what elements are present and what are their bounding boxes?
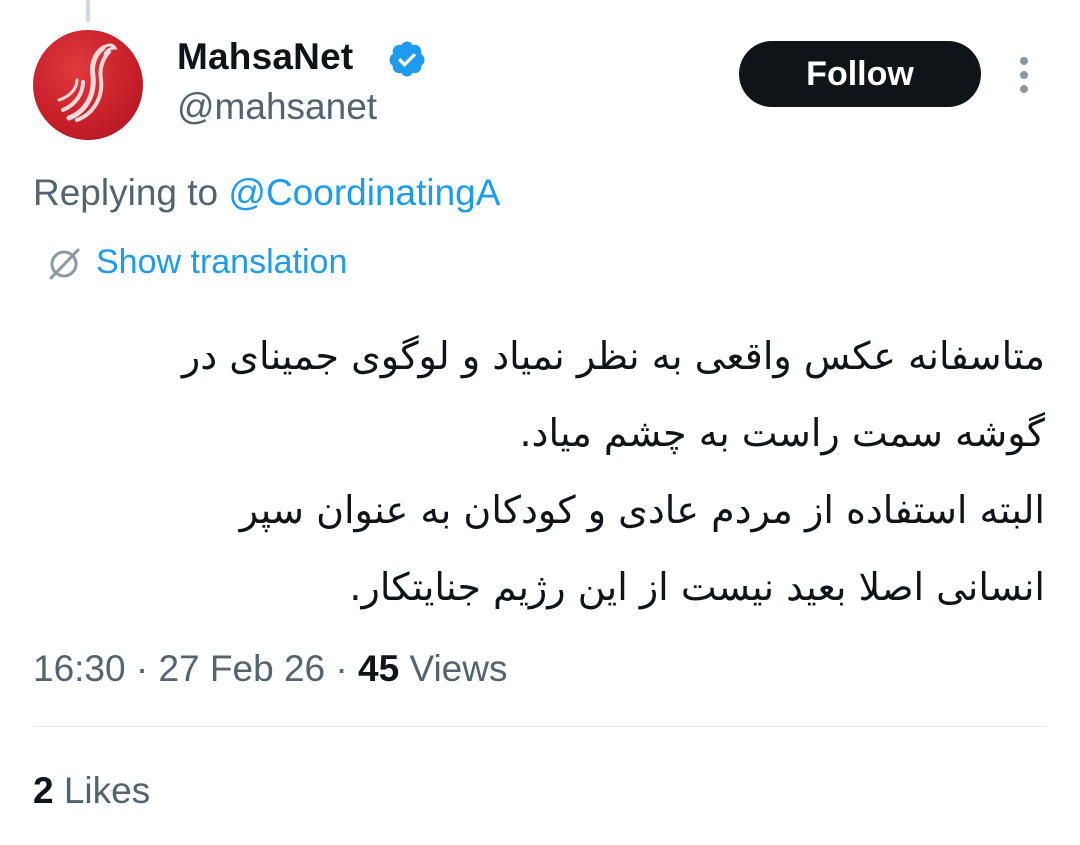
- tweet-body: متاسفانه عکس واقعی به نظر نمیاد و لوگوی …: [45, 318, 1045, 626]
- tweet-meta: 16:30 · 27 Feb 26 · 45 Views: [33, 648, 507, 690]
- tweet-line: انسانی اصلا بعید نیست از این رژیم جنایتک…: [349, 565, 1045, 609]
- author-display-name[interactable]: MahsaNet: [177, 36, 353, 78]
- replying-to-label: Replying to: [33, 172, 229, 213]
- translate-globe-icon: [49, 248, 80, 279]
- more-dot-icon: [1020, 57, 1028, 65]
- likes-stat[interactable]: 2 Likes: [33, 770, 150, 812]
- views-count: 45: [358, 648, 400, 689]
- avatar[interactable]: [33, 30, 143, 140]
- more-dot-icon: [1020, 85, 1028, 93]
- meta-separator: ·: [125, 648, 159, 689]
- tweet-line: گوشه سمت راست به چشم میاد.: [519, 411, 1045, 455]
- show-translation-label: Show translation: [96, 243, 348, 281]
- show-translation-button[interactable]: Show translation: [45, 243, 347, 282]
- reply-context: Replying to @CoordinatingA: [33, 172, 500, 214]
- meta-separator: ·: [325, 648, 359, 689]
- likes-count: 2: [33, 770, 54, 811]
- tweet-time[interactable]: 16:30: [33, 648, 126, 689]
- views-label: Views: [399, 648, 508, 689]
- tweet-date[interactable]: 27 Feb 26: [158, 648, 325, 689]
- likes-label: Likes: [53, 770, 151, 811]
- tweet-line: متاسفانه عکس واقعی به نظر نمیاد و لوگوی …: [181, 334, 1045, 378]
- thread-connector-line: [86, 0, 90, 22]
- mahsanet-logo-icon: [57, 43, 118, 122]
- divider: [33, 726, 1047, 727]
- follow-button[interactable]: Follow: [739, 41, 981, 107]
- verified-badge-icon: [389, 41, 425, 77]
- tweet-line: البته استفاده از مردم عادی و کودکان به ع…: [239, 488, 1045, 532]
- reply-mention-link[interactable]: @CoordinatingA: [228, 172, 500, 213]
- more-options-button[interactable]: [1008, 55, 1040, 95]
- more-dot-icon: [1020, 71, 1028, 79]
- author-handle[interactable]: @mahsanet: [177, 86, 377, 128]
